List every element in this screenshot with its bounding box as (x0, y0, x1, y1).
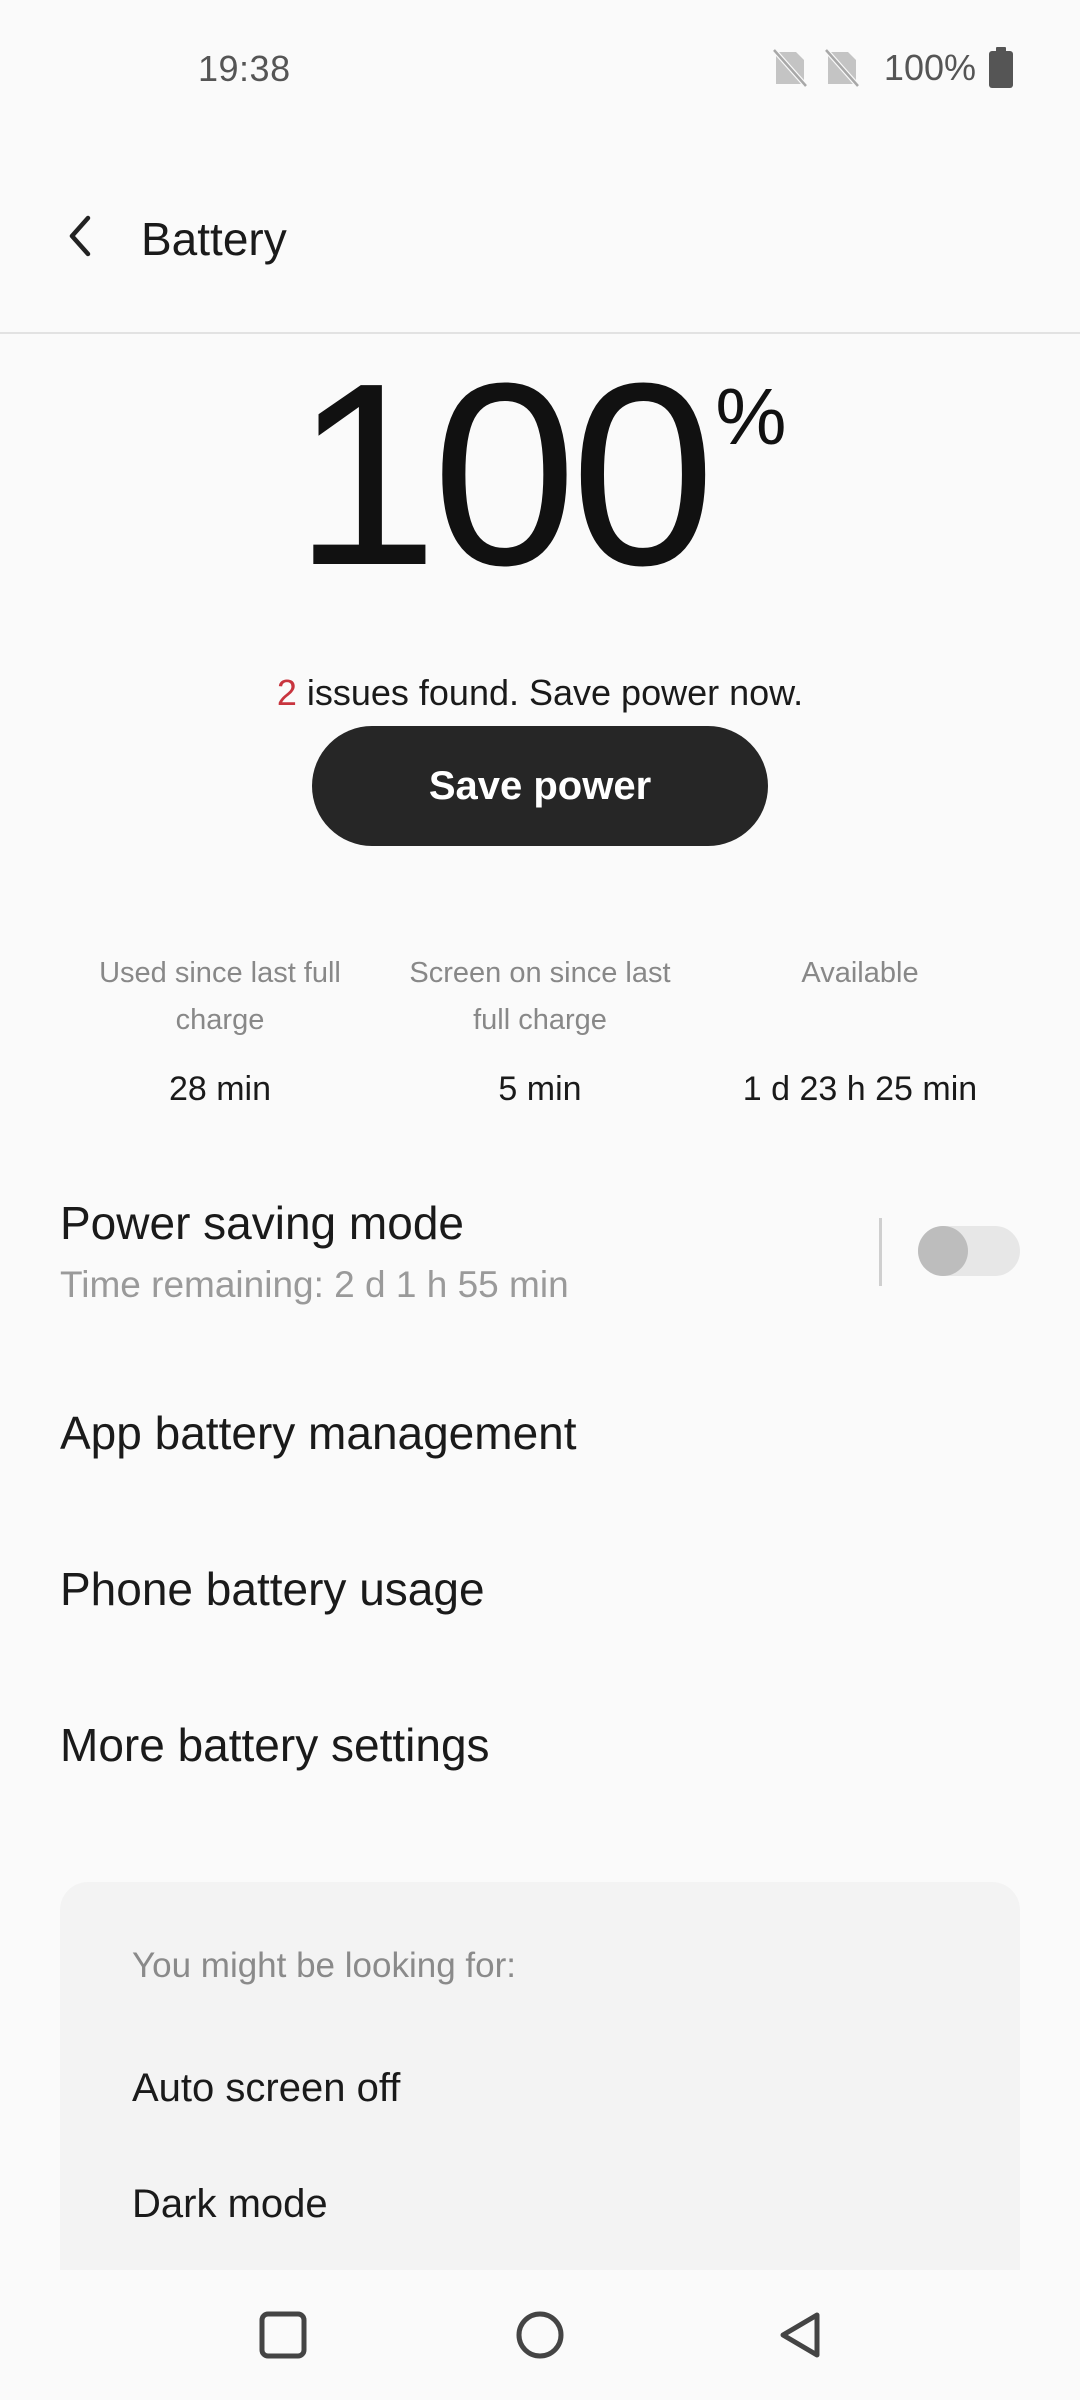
toggle-knob (918, 1226, 968, 1276)
battery-level-value: 100 (293, 330, 716, 620)
recent-apps-button[interactable] (248, 2300, 318, 2370)
toggle-divider (879, 1218, 882, 1286)
app-battery-management-row[interactable]: App battery management (60, 1406, 1020, 1460)
stat-label: Used since last full charge (99, 957, 341, 1036)
battery-percent-status: 100% (883, 47, 976, 88)
stat-value: 1 d 23 h 25 min (742, 1070, 978, 1108)
stat-screen-on: Screen on since last full charge 5 min (380, 950, 700, 1109)
issues-text: issues found. Save power now. (296, 672, 804, 713)
suggestions-card: You might be looking for: Auto screen of… (60, 1882, 1020, 2270)
battery-stats: Used since last full charge 28 min Scree… (60, 950, 1020, 1109)
stat-label: Screen on since last full charge (409, 957, 671, 1036)
stat-used-since-charge: Used since last full charge 28 min (60, 950, 380, 1109)
status-icons: 100% (772, 46, 1014, 90)
suggestion-dark-mode[interactable]: Dark mode (132, 2182, 328, 2227)
app-bar: Battery (0, 190, 1080, 290)
power-saving-title: Power saving mode (60, 1197, 464, 1249)
battery-level-unit: % (715, 372, 787, 461)
save-power-button[interactable]: Save power (312, 726, 768, 846)
status-time: 19:38 (198, 48, 291, 89)
home-icon (516, 2311, 564, 2359)
recent-apps-icon (259, 2311, 307, 2359)
power-saving-subtitle: Time remaining: 2 d 1 h 55 min (60, 1264, 569, 1305)
issues-message: 2 issues found. Save power now. (0, 672, 1080, 714)
nav-back-button[interactable] (766, 2300, 836, 2370)
page-title: Battery (141, 213, 287, 265)
issues-count: 2 (276, 672, 297, 713)
suggestions-title: You might be looking for: (132, 1946, 516, 1985)
back-icon (780, 2312, 820, 2358)
app-battery-management-label: App battery management (60, 1407, 577, 1459)
stat-available: Available 1 d 23 h 25 min (700, 950, 1020, 1109)
home-button[interactable] (505, 2300, 575, 2370)
phone-battery-usage-label: Phone battery usage (60, 1563, 485, 1615)
battery-level-display: 100% (0, 345, 1080, 605)
stat-label: Available (801, 957, 919, 989)
more-battery-settings-label: More battery settings (60, 1719, 490, 1771)
no-sim-icon (772, 48, 808, 88)
chevron-left-icon (69, 215, 91, 257)
back-button[interactable] (52, 208, 108, 264)
suggestion-auto-screen-off[interactable]: Auto screen off (132, 2066, 400, 2111)
navigation-bar (0, 2270, 1080, 2400)
power-saving-toggle[interactable] (918, 1226, 1020, 1276)
no-sim-icon (824, 48, 860, 88)
status-bar: 19:38 100% (0, 0, 1080, 140)
stat-value: 28 min (168, 1070, 272, 1108)
power-saving-mode-row[interactable]: Power saving mode Time remaining: 2 d 1 … (60, 1196, 1020, 1326)
more-battery-settings-row[interactable]: More battery settings (60, 1718, 1020, 1772)
battery-full-icon (989, 47, 1013, 88)
stat-value: 5 min (498, 1070, 582, 1108)
phone-battery-usage-row[interactable]: Phone battery usage (60, 1562, 1020, 1616)
